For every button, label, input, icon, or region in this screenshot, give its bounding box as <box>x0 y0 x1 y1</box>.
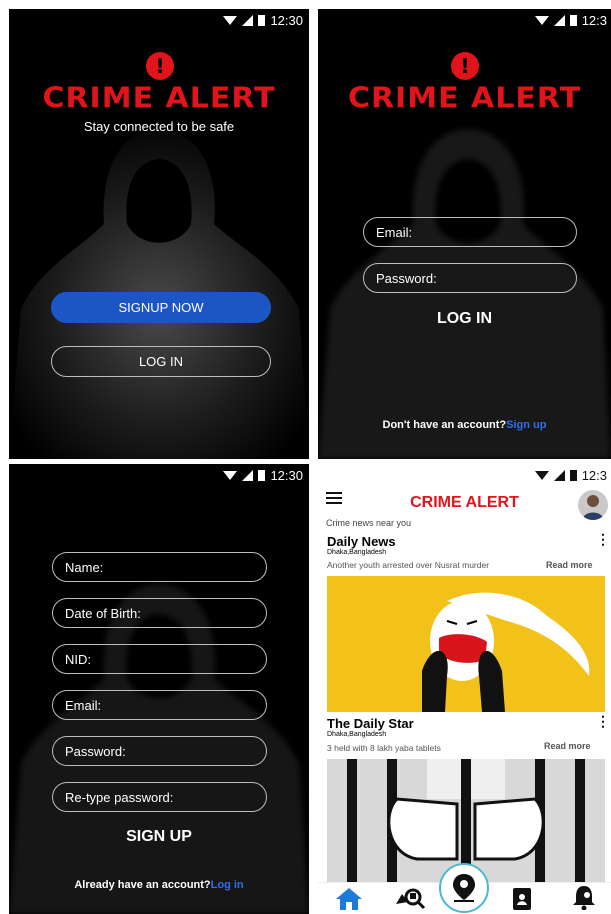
read-more-link[interactable]: Read more <box>544 741 591 751</box>
card-source: The Daily Star <box>327 716 414 731</box>
app-title: CRIME ALERT <box>410 494 519 511</box>
map-pin-button[interactable] <box>439 863 489 913</box>
nid-placeholder: NID: <box>65 651 91 667</box>
card-headline: Another youth arrested over Nusrat murde… <box>327 560 490 570</box>
dob-placeholder: Date of Birth: <box>65 605 141 621</box>
status-bar: 12:30 <box>223 9 309 31</box>
status-bar: 12:3 <box>534 464 611 486</box>
wifi-icon <box>534 15 549 25</box>
login-link[interactable]: Log in <box>211 879 244 891</box>
nid-field[interactable]: NID: <box>52 644 267 674</box>
login-prompt: Already have an account?Log in <box>9 879 309 891</box>
dob-field[interactable]: Date of Birth: <box>52 598 267 628</box>
tagline: Stay connected to be safe <box>83 119 235 134</box>
signup-prompt-text: Don't have an account? <box>382 419 507 431</box>
retype-password-placeholder: Re-type password: <box>65 789 174 805</box>
email-placeholder: Email: <box>376 224 413 240</box>
login-button[interactable]: LOG IN <box>51 346 271 377</box>
signal-icon <box>553 469 565 481</box>
name-placeholder: Name: <box>65 559 104 575</box>
signal-icon <box>553 14 565 26</box>
wifi-icon <box>223 470 238 480</box>
email-field[interactable]: Email: <box>52 690 267 720</box>
password-field[interactable]: Password: <box>363 263 577 293</box>
signup-now-button[interactable]: SIGNUP NOW <box>51 292 271 323</box>
signup-now-label: SIGNUP NOW <box>118 300 204 315</box>
kebab-icon[interactable]: ⋮ <box>596 714 610 728</box>
splash-screen: 12:30 ! CRIME ALERT Stay connected to be… <box>9 9 309 459</box>
name-field[interactable]: Name: <box>52 552 267 582</box>
battery-icon <box>569 15 577 26</box>
kebab-icon[interactable]: ⋮ <box>596 532 610 546</box>
login-submit-button[interactable]: LOG IN <box>318 310 611 328</box>
signup-link[interactable]: Sign up <box>506 419 546 431</box>
news-image-1[interactable] <box>327 576 605 712</box>
read-more-link[interactable]: Read more <box>546 560 593 570</box>
home-icon[interactable] <box>336 888 362 910</box>
password-placeholder: Password: <box>65 743 126 759</box>
news-feed-screen: 12:3 CRIME ALERT Crime news near you Dai… <box>318 464 611 914</box>
password-placeholder: Password: <box>376 270 437 286</box>
battery-icon <box>258 470 266 481</box>
card-location: Dhaka,Bangladesh <box>327 549 387 556</box>
card-headline: 3 held with 8 lakh yaba tablets <box>327 743 441 753</box>
email-placeholder: Email: <box>65 697 102 713</box>
card-location: Dhaka,Bangladesh <box>327 731 387 738</box>
app-logo: CRIME ALERT <box>42 81 276 116</box>
notification-icon[interactable] <box>573 886 595 910</box>
battery-icon <box>258 15 266 26</box>
search-news-icon[interactable] <box>396 888 426 910</box>
email-field[interactable]: Email: <box>363 217 577 247</box>
password-field[interactable]: Password: <box>52 736 267 766</box>
signup-screen: 12:30 Name: Date of Birth: NID: Email: P… <box>9 464 309 914</box>
hooded-figure-background <box>9 584 309 914</box>
login-prompt-text: Already have an account? <box>74 879 211 891</box>
alert-icon: ! <box>146 52 174 80</box>
wifi-icon <box>534 470 549 480</box>
retype-password-field[interactable]: Re-type password: <box>52 782 267 812</box>
signup-submit-button[interactable]: SIGN UP <box>9 828 309 846</box>
battery-icon <box>569 470 577 481</box>
signup-prompt: Don't have an account?Sign up <box>318 419 611 431</box>
status-time: 12:30 <box>270 12 303 28</box>
status-time: 12:3 <box>581 12 607 28</box>
feed-subtitle: Crime news near you <box>326 518 412 528</box>
status-time: 12:3 <box>581 467 607 483</box>
alert-icon: ! <box>451 52 479 80</box>
signal-icon <box>242 469 254 481</box>
map-pin-icon <box>453 874 475 902</box>
status-time: 12:30 <box>270 467 303 483</box>
login-screen: 12:3 ! CRIME ALERT Email: Password: LOG … <box>318 9 611 459</box>
app-logo: CRIME ALERT <box>347 81 582 116</box>
card-source: Daily News <box>327 534 396 549</box>
avatar[interactable] <box>578 490 608 520</box>
login-label: LOG IN <box>138 354 184 369</box>
bottom-nav <box>318 863 611 914</box>
status-bar: 12:3 <box>534 9 611 31</box>
signal-icon <box>242 14 254 26</box>
status-bar: 12:30 <box>223 464 309 486</box>
contacts-icon[interactable] <box>511 888 533 910</box>
wifi-icon <box>223 15 238 25</box>
